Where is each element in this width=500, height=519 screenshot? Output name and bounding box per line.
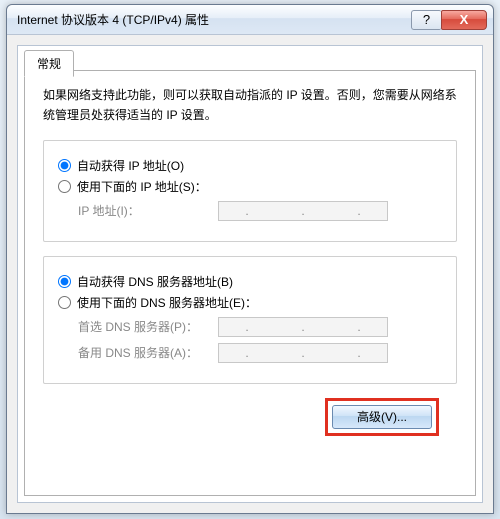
description-text: 如果网络支持此功能，则可以获取自动指派的 IP 设置。否则，您需要从网络系统管理…	[43, 85, 457, 126]
radio-ip-manual-input[interactable]	[58, 180, 71, 193]
advanced-row: 高级(V)...	[43, 398, 457, 436]
tabstrip: 常规	[24, 50, 74, 77]
advanced-highlight: 高级(V)...	[325, 398, 439, 436]
dns-preferred-row: 首选 DNS 服务器(P)： ...	[58, 317, 442, 337]
dns-preferred-input: ...	[218, 317, 388, 337]
radio-dns-auto-input[interactable]	[58, 275, 71, 288]
ip-address-group: 自动获得 IP 地址(O) 使用下面的 IP 地址(S)： IP 地址(I)： …	[43, 140, 457, 242]
radio-dns-manual-label: 使用下面的 DNS 服务器地址(E)：	[77, 294, 257, 311]
tab-page-general: 如果网络支持此功能，则可以获取自动指派的 IP 设置。否则，您需要从网络系统管理…	[24, 70, 476, 496]
dns-alternate-row: 备用 DNS 服务器(A)： ...	[58, 343, 442, 363]
radio-dns-auto-label: 自动获得 DNS 服务器地址(B)	[77, 273, 233, 290]
close-button[interactable]: X	[441, 10, 487, 30]
dns-alternate-label: 备用 DNS 服务器(A)：	[58, 344, 218, 361]
radio-dns-auto[interactable]: 自动获得 DNS 服务器地址(B)	[58, 273, 442, 290]
window-title: Internet 协议版本 4 (TCP/IPv4) 属性	[17, 11, 411, 28]
close-icon: X	[460, 12, 469, 27]
radio-ip-manual-label: 使用下面的 IP 地址(S)：	[77, 178, 207, 195]
dns-alternate-input: ...	[218, 343, 388, 363]
radio-ip-manual[interactable]: 使用下面的 IP 地址(S)：	[58, 178, 442, 195]
dns-group: 自动获得 DNS 服务器地址(B) 使用下面的 DNS 服务器地址(E)： 首选…	[43, 256, 457, 384]
radio-ip-auto-label: 自动获得 IP 地址(O)	[77, 157, 184, 174]
radio-dns-manual-input[interactable]	[58, 296, 71, 309]
ip-address-label: IP 地址(I)：	[58, 202, 218, 219]
ip-address-input: ...	[218, 201, 388, 221]
tab-general[interactable]: 常规	[24, 50, 74, 77]
radio-ip-auto-input[interactable]	[58, 159, 71, 172]
help-button[interactable]: ?	[411, 10, 441, 30]
advanced-button[interactable]: 高级(V)...	[332, 405, 432, 429]
help-icon: ?	[423, 12, 430, 27]
client-area: 常规 如果网络支持此功能，则可以获取自动指派的 IP 设置。否则，您需要从网络系…	[17, 45, 483, 503]
ip-address-row: IP 地址(I)： ...	[58, 201, 442, 221]
radio-ip-auto[interactable]: 自动获得 IP 地址(O)	[58, 157, 442, 174]
dialog-window: Internet 协议版本 4 (TCP/IPv4) 属性 ? X 常规 如果网…	[6, 4, 494, 514]
titlebar-buttons: ? X	[411, 10, 487, 30]
dns-preferred-label: 首选 DNS 服务器(P)：	[58, 318, 218, 335]
radio-dns-manual[interactable]: 使用下面的 DNS 服务器地址(E)：	[58, 294, 442, 311]
titlebar[interactable]: Internet 协议版本 4 (TCP/IPv4) 属性 ? X	[7, 5, 493, 35]
